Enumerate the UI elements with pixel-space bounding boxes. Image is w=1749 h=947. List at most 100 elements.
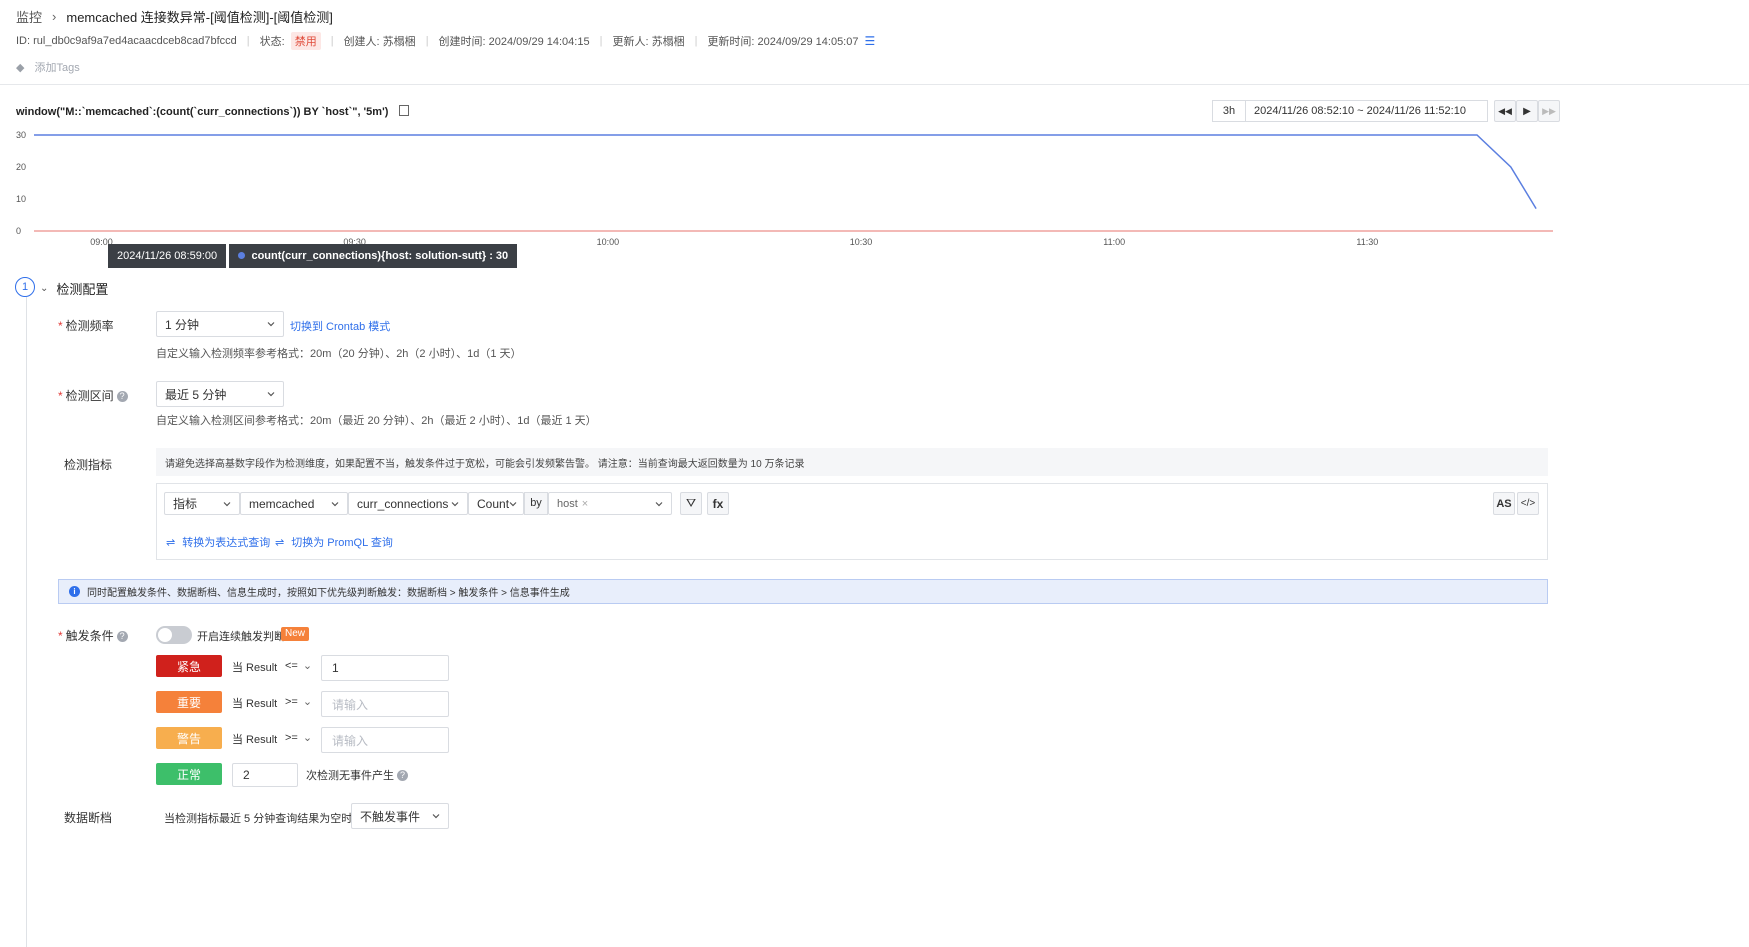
metric-label: 检测指标 (64, 458, 113, 472)
level-critical-input[interactable]: 1 (321, 655, 449, 681)
add-tags-link[interactable]: 添加Tags (34, 59, 79, 75)
chevron-down-icon (331, 502, 339, 507)
level-critical-operator[interactable]: <= ⌄ (285, 659, 312, 672)
frequency-label: 检测频率 (58, 317, 114, 334)
page-title: memcached 连接数异常-[阈值检测]-[阈值检测] (66, 9, 333, 25)
updater: 更新人: 苏榻梱 (612, 36, 685, 48)
help-icon[interactable]: ? (397, 770, 408, 781)
frequency-hint: 自定义输入检测频率参考格式：20m（20 分钟）、2h（2 小时）、1d（1 天… (156, 348, 522, 360)
aggregation-select[interactable]: Count (468, 492, 524, 515)
level-normal-badge: 正常 (156, 763, 222, 785)
fx-button[interactable]: fx (707, 492, 729, 515)
section-step-badge: 1 (15, 277, 35, 297)
metric-notice: 请避免选择高基数字段作为检测维度，如果配置不当，触发条件过于宽松，可能会引发频繁… (156, 448, 1548, 476)
chevron-down-icon (267, 322, 275, 327)
series-dot (238, 252, 246, 259)
time-range-picker[interactable]: 3h 2024/11/26 08:52:10 ~ 2024/11/26 11:5… (1212, 100, 1488, 122)
y-tick-label: 10 (16, 194, 26, 204)
chevron-down-icon (655, 502, 663, 507)
x-tick-label: 10:30 (850, 237, 873, 247)
help-icon[interactable]: ? (116, 391, 128, 402)
chevron-down-icon (267, 392, 275, 397)
rule-meta: ID: rul_db0c9af9a7ed4acaacdceb8cad7bfccd… (16, 32, 876, 50)
history-icon[interactable]: ☰ (864, 34, 875, 48)
toggle-label: 开启连续触发判断 (197, 631, 285, 643)
swap-icon: ⇌ (275, 537, 285, 549)
level-major-operator[interactable]: >= ⌄ (285, 695, 312, 708)
close-icon[interactable]: × (582, 498, 588, 510)
chevron-down-icon: ⌄ (302, 696, 313, 708)
measurement-select[interactable]: memcached (240, 492, 348, 515)
rule-id: ID: rul_db0c9af9a7ed4acaacdceb8cad7bfccd (16, 35, 237, 47)
interval-select[interactable]: 最近 5 分钟 (156, 381, 284, 407)
group-by-tag: host × (557, 497, 589, 510)
to-promql-link[interactable]: ⇌ 切换为 PromQL 查询 (275, 534, 393, 550)
level-warning-input[interactable]: 请输入 (321, 727, 449, 753)
toggle-knob (158, 628, 172, 642)
level-warning-operator[interactable]: >= ⌄ (285, 731, 312, 744)
chevron-down-icon (451, 502, 459, 507)
field-select[interactable]: curr_connections (348, 492, 468, 515)
chevron-down-icon (432, 814, 440, 819)
nodata-text: 当检测指标最近 5 分钟查询结果为空时, (164, 813, 356, 825)
section-title: 检测配置 (56, 282, 109, 297)
range-preset-button[interactable]: 3h (1213, 101, 1246, 121)
frequency-select[interactable]: 1 分钟 (156, 311, 284, 337)
info-banner: i 同时配置触发条件、数据断档、信息生成时，按照如下优先级判断触发：数据断档 >… (58, 579, 1548, 604)
play-icon[interactable]: ▶ (1516, 100, 1538, 122)
creator: 创建人: 苏榻梱 (343, 36, 416, 48)
x-tick-label: 10:00 (597, 237, 620, 247)
level-critical-condition: 当 Result (232, 662, 278, 674)
copy-icon[interactable] (399, 105, 410, 116)
chart-tooltip: 2024/11/26 08:59:00 count(curr_connectio… (108, 244, 518, 268)
series-line (34, 134, 1537, 209)
trigger-label: 触发条件? (58, 627, 128, 644)
time-range-value[interactable]: 2024/11/26 08:52:10 ~ 2024/11/26 11:52:1… (1246, 105, 1466, 117)
new-badge: New (281, 627, 310, 641)
step-forward-icon[interactable]: ▶▶ (1538, 100, 1560, 122)
level-normal-input[interactable]: 2 (232, 763, 298, 787)
tags-row[interactable]: ◆ 添加Tags (16, 59, 80, 75)
updated-time: 更新时间: 2024/09/29 14:05:07 (707, 36, 859, 48)
level-critical-badge: 紧急 (156, 655, 222, 677)
y-tick-label: 0 (16, 226, 21, 236)
level-normal-suffix: 次检测无事件产生? (306, 767, 408, 783)
chevron-down-icon (223, 502, 231, 507)
chevron-down-icon (509, 502, 517, 507)
created-time: 创建时间: 2024/09/29 14:04:15 (438, 36, 590, 48)
level-warning-condition: 当 Result (232, 734, 278, 746)
x-tick-label: 11:30 (1356, 237, 1378, 247)
filter-icon[interactable]: ⛛ (680, 492, 702, 515)
step-back-icon[interactable]: ◀◀ (1494, 100, 1516, 122)
y-tick-label: 30 (16, 130, 26, 140)
help-icon[interactable]: ? (116, 631, 128, 642)
level-major-input[interactable]: 请输入 (321, 691, 449, 717)
breadcrumb-root[interactable]: 监控 (16, 7, 42, 26)
crontab-mode-link[interactable]: 切换到 Crontab 模式 (290, 318, 390, 334)
info-icon: i (69, 586, 80, 597)
source-type-select[interactable]: 指标 (164, 492, 240, 515)
swap-icon: ⇌ (166, 537, 176, 549)
continuous-trigger-toggle[interactable] (156, 626, 192, 644)
chevron-down-icon: ⌄ (302, 660, 313, 672)
section-header[interactable]: ⌄ 检测配置 (40, 279, 108, 298)
line-chart: 302010009:00 09:30 10:00 10:30 11:00 11:30 (16, 130, 1553, 247)
status-badge: 禁用 (290, 32, 321, 50)
status-label: 状态: (259, 36, 285, 48)
alias-button[interactable]: AS (1493, 492, 1515, 515)
chevron-down-icon: ⌄ (40, 283, 49, 294)
tag-icon: ◆ (16, 61, 25, 74)
group-by-select[interactable]: host × (548, 492, 672, 515)
nodata-select[interactable]: 不触发事件 (351, 803, 449, 829)
level-major-condition: 当 Result (232, 698, 278, 710)
by-label: by (524, 492, 548, 515)
code-icon[interactable]: </> (1517, 492, 1539, 515)
x-tick-label: 11:00 (1103, 237, 1125, 247)
tooltip-value: count(curr_connections){host: solution-s… (229, 244, 518, 268)
interval-hint: 自定义输入检测区间参考格式：20m（最近 20 分钟）、2h（最近 2 小时）、… (156, 415, 597, 427)
level-warning-badge: 警告 (156, 727, 222, 749)
y-tick-label: 20 (16, 162, 26, 172)
breadcrumb: 监控 › memcached 连接数异常-[阈值检测]-[阈值检测] (16, 7, 333, 26)
to-expression-link[interactable]: ⇌ 转换为表达式查询 (166, 534, 270, 550)
level-major-badge: 重要 (156, 691, 222, 713)
